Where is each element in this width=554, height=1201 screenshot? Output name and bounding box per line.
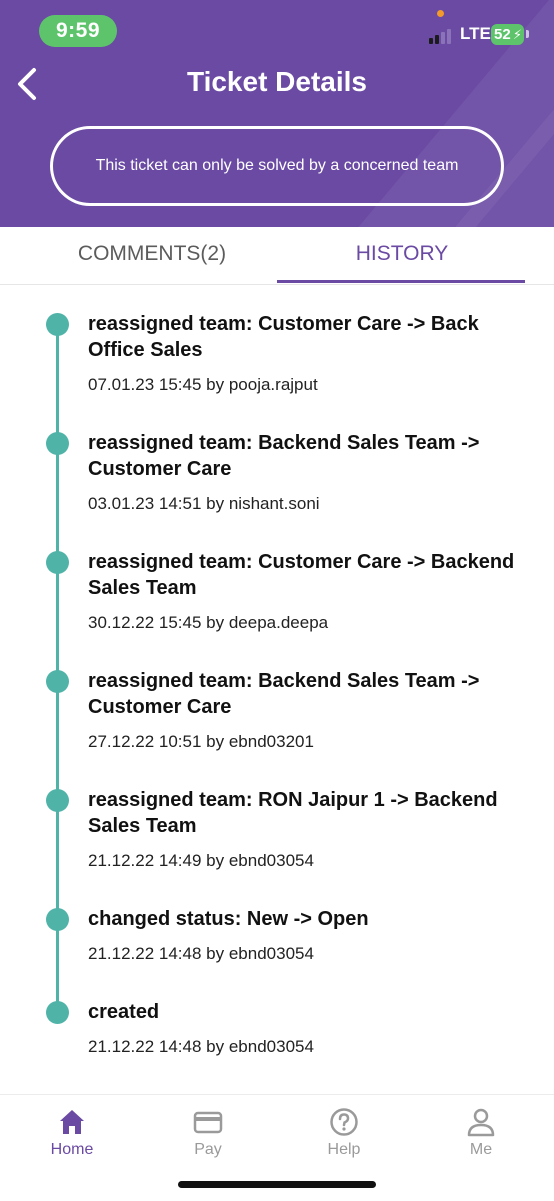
nav-pay[interactable]: Pay: [158, 1107, 258, 1167]
home-icon: [60, 1110, 84, 1134]
history-timeline: reassigned team: Customer Care -> Back O…: [0, 285, 554, 1085]
timeline-dot: [46, 908, 69, 931]
timeline-dot: [46, 432, 69, 455]
timeline-dot: [46, 551, 69, 574]
nav-me-label: Me: [469, 1141, 493, 1158]
help-icon: [330, 1108, 358, 1136]
history-item-title: reassigned team: Backend Sales Team -> C…: [88, 432, 480, 480]
network-type: LTE: [460, 24, 491, 43]
timeline-dot: [46, 789, 69, 812]
nav-pay-label: Pay: [194, 1141, 222, 1158]
timeline-dot: [46, 1001, 69, 1024]
history-item-meta: 07.01.23 15:45 by pooja.rajput: [88, 375, 318, 394]
history-item-title: reassigned team: Backend Sales Team -> C…: [88, 670, 480, 718]
battery-level: 52: [494, 26, 511, 43]
history-item-meta: 30.12.22 15:45 by deepa.deepa: [88, 613, 329, 632]
history-item-meta: 21.12.22 14:48 by ebnd03054: [88, 1037, 314, 1056]
history-item-title: created: [88, 1001, 160, 1023]
user-icon: [467, 1108, 495, 1137]
timeline-dot: [46, 313, 69, 336]
history-item-meta: 03.01.23 14:51 by nishant.soni: [88, 494, 320, 513]
history-item-title: reassigned team: Customer Care -> Backen…: [88, 551, 515, 599]
nav-help-label: Help: [327, 1141, 361, 1158]
tab-history[interactable]: HISTORY: [277, 227, 527, 284]
page-title: Ticket Details: [186, 66, 368, 97]
history-item-title: reassigned team: RON Jaipur 1 -> Backend…: [88, 789, 498, 837]
nav-home-label: Home: [50, 1141, 94, 1158]
nav-help[interactable]: Help: [294, 1107, 394, 1167]
battery-tip: [526, 30, 529, 38]
history-item-title: changed status: New -> Open: [88, 908, 369, 930]
timeline-dot: [46, 670, 69, 693]
tab-bar: COMMENTS(2) HISTORY: [0, 227, 554, 285]
header-banner: 9:59 LTE 52 ⚡ Ticket Details This ticket…: [0, 0, 554, 227]
home-indicator: [178, 1181, 376, 1188]
active-tab-indicator: [277, 280, 525, 283]
charging-icon: ⚡: [512, 27, 522, 42]
history-item-meta: 21.12.22 14:48 by ebnd03054: [88, 944, 314, 963]
nav-me[interactable]: Me: [431, 1107, 531, 1167]
notice-banner: This ticket can only be solved by a conc…: [50, 126, 504, 206]
status-time: 9:59: [39, 15, 117, 47]
history-item-meta: 27.12.22 10:51 by ebnd03201: [88, 732, 314, 751]
tab-comments[interactable]: COMMENTS(2): [27, 227, 277, 284]
card-icon: [193, 1111, 223, 1134]
history-item-title: reassigned team: Customer Care -> Back O…: [88, 313, 479, 361]
signal-icon: [429, 27, 455, 44]
privacy-indicator-dot: [437, 10, 444, 17]
nav-home[interactable]: Home: [22, 1107, 122, 1167]
battery-icon: 52 ⚡: [491, 24, 524, 45]
history-item-meta: 21.12.22 14:49 by ebnd03054: [88, 851, 314, 870]
